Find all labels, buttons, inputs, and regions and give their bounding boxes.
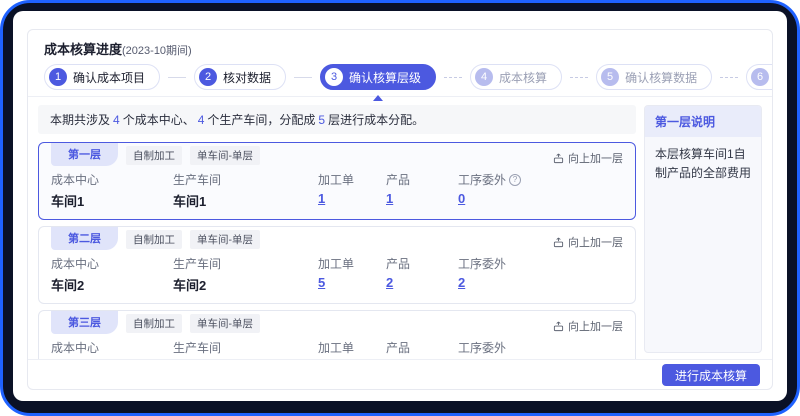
step-number: 6 — [751, 68, 769, 86]
add-layer-up-button[interactable]: 向上加一层 — [553, 234, 623, 250]
progress-stepper: 1 确认成本项目 2 核对数据 3 确认核算层级 4 — [44, 64, 756, 90]
add-layer-up-icon — [553, 321, 564, 332]
step-number: 3 — [325, 68, 343, 86]
products-link[interactable]: 1 — [386, 191, 458, 206]
col-products: 产品 2 — [386, 255, 458, 294]
add-layer-up-label: 向上加一层 — [568, 234, 623, 250]
process-type-tag: 自制加工 — [126, 146, 182, 165]
products-link[interactable]: 2 — [386, 275, 458, 290]
step-connector — [444, 77, 462, 78]
add-layer-up-label: 向上加一层 — [568, 150, 623, 166]
layer-name-tag: 第二层 — [51, 227, 118, 250]
cost-center-count: 4 — [113, 113, 120, 127]
step-number: 4 — [475, 68, 493, 86]
col-process-orders: 加工单 5 — [318, 255, 386, 294]
period-text: (2023-10期间) — [122, 45, 192, 57]
app-window: 成本核算进度(2023-10期间) 1 确认成本项目 2 核对数据 3 — [13, 11, 787, 401]
process-orders-link[interactable]: 1 — [318, 191, 386, 206]
col-cost-center: 成本中心 车间2 — [51, 255, 173, 294]
period-summary: 本期共涉及4个成本中心、4个生产车间，分配成5层进行成本分配。 — [38, 105, 636, 134]
card-tag-row: 第二层 自制加工 单车间-单层 — [51, 227, 623, 250]
cost-accounting-panel: 成本核算进度(2023-10期间) 1 确认成本项目 2 核对数据 3 — [27, 29, 773, 390]
step-label: 确认成本项目 — [73, 69, 145, 86]
col-products: 产品 1 — [386, 171, 458, 210]
step-4-cost-accounting[interactable]: 4 成本核算 — [470, 64, 562, 90]
layer-description-body: 本层核算车间1自制产品的全部费用 — [645, 137, 761, 190]
step-connector — [168, 77, 186, 78]
card-columns: 成本中心 车间2 生产车间 车间2 加工单 5 — [51, 255, 623, 294]
col-workshop: 生产车间 车间2 — [173, 255, 318, 294]
step-3-confirm-levels[interactable]: 3 确认核算层级 — [320, 64, 436, 90]
outsourcing-link[interactable]: 0 — [458, 191, 623, 206]
step-connector — [294, 77, 312, 78]
add-layer-up-button[interactable]: 向上加一层 — [553, 318, 623, 334]
col-products: 产品 2 — [386, 339, 458, 359]
summary-text: 个生产车间，分配成 — [207, 113, 315, 127]
step-1-confirm-cost-items[interactable]: 1 确认成本项目 — [44, 64, 160, 90]
summary-text: 层进行成本分配。 — [328, 113, 424, 127]
layers-column: 本期共涉及4个成本中心、4个生产车间，分配成5层进行成本分配。 第一层 自制加工… — [38, 105, 636, 359]
col-process-orders: 加工单 1 — [318, 339, 386, 359]
workshop-count: 4 — [198, 113, 205, 127]
layer-card-2[interactable]: 第二层 自制加工 单车间-单层 向上加一层 成本中心 — [38, 226, 636, 304]
col-process-orders: 加工单 1 — [318, 171, 386, 210]
layer-name-tag: 第一层 — [51, 143, 118, 166]
step-label: 核对数据 — [223, 69, 271, 86]
card-columns: 成本中心 车间1 生产车间 车间1 加工单 1 — [51, 171, 623, 210]
title-text: 成本核算进度 — [44, 42, 122, 57]
add-layer-up-button[interactable]: 向上加一层 — [553, 150, 623, 166]
add-layer-up-icon — [553, 237, 564, 248]
summary-text: 个成本中心、 — [123, 113, 195, 127]
layer-card-1[interactable]: 第一层 自制加工 单车间-单层 向上加一层 成本中心 — [38, 142, 636, 220]
process-type-tag: 自制加工 — [126, 230, 182, 249]
panel-header: 成本核算进度(2023-10期间) 1 确认成本项目 2 核对数据 3 — [28, 30, 772, 97]
card-tag-row: 第三层 自制加工 单车间-单层 — [51, 311, 623, 334]
structure-type-tag: 单车间-单层 — [190, 146, 260, 165]
step-label: 成本核算 — [499, 69, 547, 86]
process-orders-link[interactable]: 5 — [318, 275, 386, 290]
layer-description-column: 第一层说明 本层核算车间1自制产品的全部费用 — [644, 105, 762, 359]
col-workshop: 生产车间 车间3 — [173, 339, 318, 359]
step-number: 5 — [601, 68, 619, 86]
process-type-tag: 自制加工 — [126, 314, 182, 333]
layer-description-panel: 第一层说明 本层核算车间1自制产品的全部费用 — [644, 105, 762, 353]
browser-frame: 成本核算进度(2023-10期间) 1 确认成本项目 2 核对数据 3 — [0, 0, 800, 416]
layer-count: 5 — [318, 113, 325, 127]
col-cost-center: 成本中心 车间3 — [51, 339, 173, 359]
page-title: 成本核算进度(2023-10期间) — [44, 39, 756, 58]
card-tag-row: 第一层 自制加工 单车间-单层 — [51, 143, 623, 166]
card-columns: 成本中心 车间3 生产车间 车间3 加工单 1 — [51, 339, 623, 359]
layer-description-title: 第一层说明 — [645, 106, 761, 137]
step-6-view-results[interactable]: 6 查看核算结果 — [746, 64, 773, 90]
layer-card-3[interactable]: 第三层 自制加工 单车间-单层 向上加一层 成本中心 — [38, 310, 636, 359]
col-outsourcing: 工序委外 2 — [458, 255, 623, 294]
col-workshop: 生产车间 车间1 — [173, 171, 318, 210]
content-area: 本期共涉及4个成本中心、4个生产车间，分配成5层进行成本分配。 第一层 自制加工… — [28, 97, 772, 359]
step-connector — [720, 77, 738, 78]
step-5-confirm-result-data[interactable]: 5 确认核算数据 — [596, 64, 712, 90]
step-2-verify-data[interactable]: 2 核对数据 — [194, 64, 286, 90]
layer-cards-list: 第一层 自制加工 单车间-单层 向上加一层 成本中心 — [38, 142, 636, 359]
structure-type-tag: 单车间-单层 — [190, 314, 260, 333]
layer-name-tag: 第三层 — [51, 311, 118, 334]
structure-type-tag: 单车间-单层 — [190, 230, 260, 249]
add-layer-up-label: 向上加一层 — [568, 318, 623, 334]
step-number: 1 — [49, 68, 67, 86]
add-layer-up-icon — [553, 153, 564, 164]
col-outsourcing: 工序委外 0 — [458, 339, 623, 359]
col-outsourcing: 工序委外? 0 — [458, 171, 623, 210]
summary-text: 本期共涉及 — [50, 113, 110, 127]
panel-footer: 进行成本核算 — [28, 359, 772, 389]
step-label: 确认核算层级 — [349, 69, 421, 86]
step-number: 2 — [199, 68, 217, 86]
step-connector — [570, 77, 588, 78]
col-cost-center: 成本中心 车间1 — [51, 171, 173, 210]
help-icon[interactable]: ? — [509, 174, 521, 186]
outsourcing-link[interactable]: 2 — [458, 275, 623, 290]
run-cost-accounting-button[interactable]: 进行成本核算 — [662, 364, 760, 386]
step-label: 确认核算数据 — [625, 69, 697, 86]
